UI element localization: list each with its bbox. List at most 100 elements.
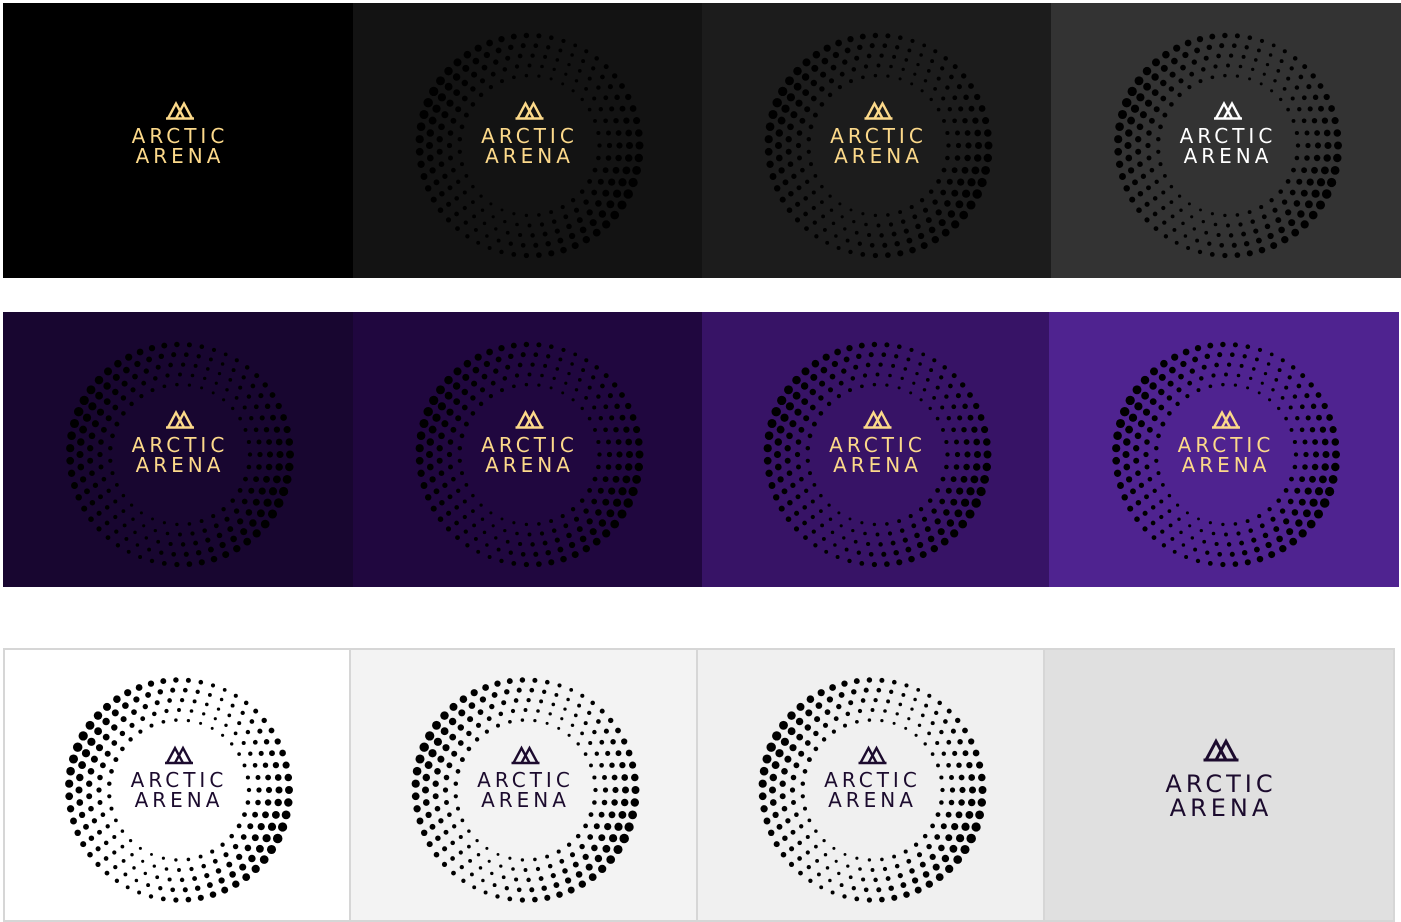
halftone-dot bbox=[872, 252, 879, 259]
halftone-dot bbox=[520, 43, 526, 49]
halftone-dot bbox=[242, 812, 247, 818]
halftone-dot bbox=[225, 79, 229, 83]
halftone-dot bbox=[539, 699, 544, 704]
halftone-dot bbox=[121, 71, 128, 78]
halftone-dot bbox=[1158, 373, 1166, 381]
halftone-dot bbox=[588, 740, 593, 746]
halftone-dot bbox=[1172, 227, 1177, 232]
halftone-dot bbox=[1115, 418, 1126, 429]
halftone-dot bbox=[826, 401, 832, 407]
halftone-dot bbox=[162, 384, 167, 389]
halftone-dot bbox=[1142, 526, 1148, 532]
halftone-dot bbox=[591, 375, 596, 380]
halftone-dot bbox=[1268, 551, 1276, 559]
halftone-dot bbox=[1177, 517, 1181, 521]
halftone-dot bbox=[153, 67, 158, 72]
halftone-dot bbox=[947, 210, 956, 218]
halftone-dot bbox=[612, 189, 622, 198]
halftone-dot bbox=[944, 394, 949, 399]
halftone-dot bbox=[960, 475, 968, 483]
halftone-dot bbox=[193, 231, 199, 237]
halftone-dot bbox=[587, 76, 592, 81]
halftone-dot bbox=[615, 727, 621, 734]
halftone-dot bbox=[92, 482, 99, 488]
halftone-dot bbox=[894, 863, 900, 869]
halftone-dot bbox=[886, 74, 890, 78]
halftone-dot bbox=[822, 227, 827, 232]
halftone-dot bbox=[918, 507, 924, 512]
halftone-dot bbox=[514, 64, 520, 69]
wordmark-line-1: ARCTIC bbox=[481, 123, 578, 148]
halftone-dot bbox=[803, 415, 810, 422]
halftone-dot bbox=[596, 719, 601, 724]
halftone-dot bbox=[1162, 220, 1167, 225]
halftone-dot bbox=[911, 523, 917, 529]
halftone-dot bbox=[579, 498, 585, 503]
halftone-dot bbox=[937, 700, 942, 706]
halftone-dot bbox=[516, 887, 522, 893]
halftone-dot bbox=[475, 722, 482, 728]
halftone-dot bbox=[972, 117, 979, 124]
halftone-dot bbox=[496, 852, 500, 856]
halftone-dot bbox=[451, 750, 458, 757]
halftone-dot bbox=[1288, 219, 1296, 227]
wordmark-line-2: ARENA bbox=[134, 788, 224, 812]
halftone-dot bbox=[935, 873, 944, 881]
halftone-dot bbox=[602, 476, 609, 483]
halftone-dot bbox=[629, 105, 637, 112]
halftone-dot bbox=[279, 749, 286, 757]
halftone-dot bbox=[592, 405, 597, 410]
halftone-dot bbox=[445, 526, 452, 532]
halftone-dot bbox=[219, 232, 226, 240]
halftone-dot bbox=[610, 739, 616, 745]
halftone-dot bbox=[787, 727, 796, 736]
halftone-dot bbox=[489, 202, 493, 206]
halftone-dot bbox=[1146, 426, 1153, 433]
halftone-dot bbox=[114, 878, 120, 883]
halftone-dot bbox=[1309, 426, 1316, 433]
halftone-dot bbox=[234, 49, 239, 54]
halftone-dot bbox=[1278, 226, 1285, 234]
halftone-dot bbox=[1160, 64, 1168, 72]
halftone-dot bbox=[539, 531, 545, 536]
halftone-dot bbox=[1158, 388, 1165, 396]
halftone-dot bbox=[1247, 210, 1252, 215]
halftone-dot bbox=[795, 717, 804, 726]
halftone-dot bbox=[243, 118, 248, 123]
mountain-mark-icon bbox=[858, 745, 887, 765]
halftone-dot bbox=[915, 371, 919, 376]
halftone-dot bbox=[193, 540, 199, 546]
halftone-dot bbox=[1220, 341, 1226, 348]
halftone-dot bbox=[523, 708, 528, 712]
halftone-dot bbox=[263, 166, 270, 174]
halftone-dot bbox=[416, 817, 424, 825]
halftone-dot bbox=[1290, 96, 1295, 101]
halftone-dot bbox=[796, 702, 805, 711]
halftone-dot bbox=[573, 713, 578, 718]
halftone-dot bbox=[971, 822, 981, 832]
halftone-dot bbox=[1183, 234, 1188, 238]
halftone-dot bbox=[442, 173, 448, 179]
halftone-dot bbox=[1302, 509, 1311, 518]
halftone-dot bbox=[1228, 233, 1234, 238]
halftone-dot bbox=[848, 517, 852, 521]
halftone-dot bbox=[101, 476, 107, 482]
halftone-dot bbox=[803, 535, 808, 540]
halftone-dot bbox=[510, 342, 517, 349]
halftone-dot bbox=[799, 476, 804, 482]
halftone-dot bbox=[282, 474, 292, 484]
halftone-dot bbox=[1185, 394, 1190, 399]
halftone-dot bbox=[520, 718, 525, 722]
halftone-dot bbox=[794, 510, 800, 516]
halftone-dot bbox=[1248, 77, 1252, 81]
halftone-dot bbox=[1251, 67, 1255, 72]
halftone-dot bbox=[517, 362, 523, 368]
halftone-dot bbox=[232, 843, 239, 850]
halftone-dot bbox=[838, 380, 844, 386]
halftone-dot bbox=[583, 508, 589, 514]
halftone-dot bbox=[605, 750, 611, 756]
halftone-dot bbox=[498, 344, 505, 352]
halftone-dot bbox=[173, 677, 179, 683]
halftone-dot bbox=[946, 416, 951, 421]
halftone-dot bbox=[903, 228, 909, 234]
